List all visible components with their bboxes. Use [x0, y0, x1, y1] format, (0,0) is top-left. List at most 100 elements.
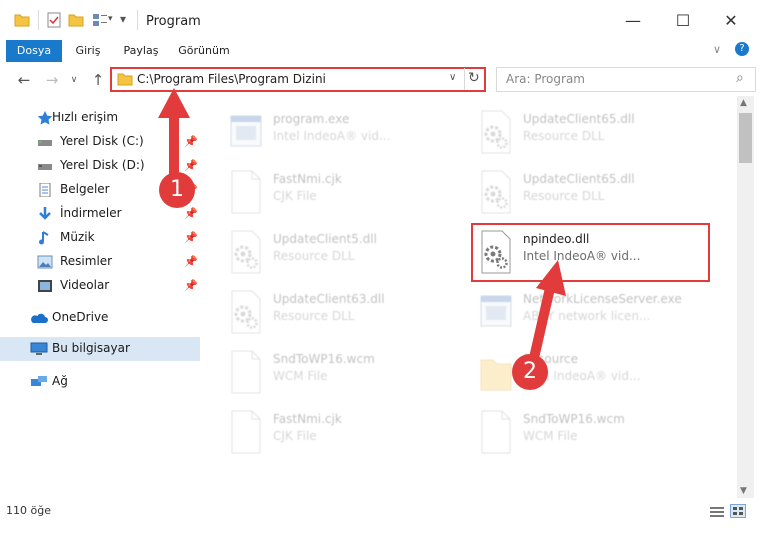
- videos-icon: [37, 279, 53, 293]
- dll-gear-icon: [229, 230, 263, 274]
- recent-locations-button[interactable]: ∨: [64, 70, 84, 90]
- sidebar-item-label: Bu bilgisayar: [52, 341, 130, 355]
- tab-home[interactable]: Giriş: [68, 40, 108, 62]
- file-item[interactable]: SndToWP16.wcm WCM File: [479, 408, 719, 460]
- sidebar-item-label: Yerel Disk (C:): [60, 134, 144, 148]
- properties-icon[interactable]: [46, 12, 62, 28]
- sidebar-item-music[interactable]: Müzik 📌: [0, 226, 200, 250]
- file-item[interactable]: UpdateClient65.dll Resource DLL: [479, 108, 719, 160]
- step-badge-1: 1: [159, 172, 195, 208]
- file-type: Resource DLL: [273, 249, 355, 263]
- scroll-down-icon[interactable]: ▼: [740, 486, 747, 496]
- search-placeholder: Ara: Program: [506, 72, 585, 86]
- quick-access-dropdown-icon[interactable]: ▾: [120, 12, 126, 26]
- details-view-icon[interactable]: [710, 506, 724, 521]
- computer-icon: [30, 342, 48, 356]
- folder-icon[interactable]: [14, 12, 30, 28]
- annotation-arrow-2: [529, 260, 566, 360]
- file-type: Resource DLL: [273, 309, 355, 323]
- window-title: Program: [146, 14, 201, 29]
- ribbon-expand-icon[interactable]: ∨: [713, 43, 721, 56]
- star-icon: [37, 111, 53, 125]
- sidebar-item-network[interactable]: Ağ: [0, 370, 200, 394]
- sidebar-item-this-pc[interactable]: Bu bilgisayar: [0, 337, 200, 361]
- maximize-button[interactable]: ☐: [660, 6, 706, 36]
- file-name: UpdateClient65.dll: [523, 112, 635, 126]
- file-name: program.exe: [273, 112, 350, 126]
- dll-gear-icon: [479, 110, 513, 154]
- file-name: FastNmi.cjk: [273, 172, 342, 186]
- file-icon: [229, 410, 263, 454]
- file-item[interactable]: FastNmi.cjk CJK File: [229, 168, 469, 220]
- drive-icon: [37, 135, 53, 149]
- file-item[interactable]: SndToWP16.wcm WCM File: [229, 348, 469, 400]
- file-type: WCM File: [273, 369, 328, 383]
- pin-icon[interactable]: 📌: [184, 255, 198, 268]
- file-name: SndToWP16.wcm: [523, 412, 625, 426]
- customize-quick-access-icon[interactable]: ▾: [108, 14, 113, 24]
- application-icon: [229, 110, 263, 154]
- file-item[interactable]: FastNmi.cjk CJK File: [229, 408, 469, 460]
- file-name: FastNmi.cjk: [273, 412, 342, 426]
- sidebar-item-label: Yerel Disk (D:): [60, 158, 145, 172]
- file-name: SndToWP16.wcm: [273, 352, 375, 366]
- back-button[interactable]: ←: [14, 70, 34, 90]
- tab-share[interactable]: Paylaş: [118, 40, 164, 62]
- file-icon: [229, 170, 263, 214]
- separator: [464, 68, 465, 90]
- view-icon[interactable]: [92, 12, 108, 28]
- up-button[interactable]: ↑: [88, 70, 108, 90]
- sidebar-item-videos[interactable]: Videolar 📌: [0, 274, 200, 298]
- scroll-thumb[interactable]: [739, 113, 752, 163]
- scroll-up-icon[interactable]: ▲: [740, 98, 747, 108]
- documents-icon: [37, 182, 53, 198]
- item-count: 110 öğe: [6, 504, 51, 517]
- download-icon: [37, 207, 53, 221]
- file-item[interactable]: UpdateClient63.dll Resource DLL: [229, 288, 469, 340]
- separator: [137, 10, 138, 30]
- pin-icon[interactable]: 📌: [184, 279, 198, 292]
- file-name: UpdateClient5.dll: [273, 232, 377, 246]
- sidebar-item-label: Hızlı erişim: [52, 110, 119, 124]
- sidebar-item-label: İndirmeler: [60, 206, 122, 220]
- sidebar-item-label: OneDrive: [52, 310, 109, 324]
- file-type: Intel IndeoA® vid...: [273, 129, 391, 143]
- close-button[interactable]: ✕: [708, 6, 754, 36]
- application-icon: [479, 290, 513, 334]
- network-icon: [30, 375, 47, 389]
- refresh-button[interactable]: ↻: [468, 70, 480, 86]
- highlight-box: [471, 223, 710, 282]
- sidebar-item-label: Belgeler: [60, 182, 110, 196]
- file-item[interactable]: UpdateClient65.dll Resource DLL: [479, 168, 719, 220]
- file-name: UpdateClient65.dll: [523, 172, 635, 186]
- file-icon: [229, 350, 263, 394]
- file-type: Resource DLL: [523, 189, 605, 203]
- minimize-button[interactable]: —: [610, 6, 656, 36]
- tab-file[interactable]: Dosya: [6, 40, 62, 62]
- pin-icon[interactable]: 📌: [184, 207, 198, 220]
- file-item[interactable]: UpdateClient5.dll Resource DLL: [229, 228, 469, 280]
- help-icon[interactable]: ?: [735, 42, 749, 56]
- folder-icon: [479, 350, 513, 394]
- onedrive-icon: [30, 311, 48, 325]
- file-type: CJK File: [273, 189, 317, 203]
- dll-gear-icon: [479, 170, 513, 214]
- sidebar-item-label: Ağ: [52, 374, 68, 388]
- sidebar-item-pictures[interactable]: Resimler 📌: [0, 250, 200, 274]
- sidebar-item-onedrive[interactable]: OneDrive: [0, 306, 200, 330]
- forward-button[interactable]: →: [42, 70, 62, 90]
- tab-view[interactable]: Görünüm: [174, 40, 234, 62]
- status-bar: [0, 498, 769, 538]
- drive-icon: [37, 159, 53, 173]
- file-type: CJK File: [273, 429, 317, 443]
- pictures-icon: [37, 255, 53, 269]
- file-type: Resource DLL: [523, 129, 605, 143]
- file-type: WCM File: [523, 429, 578, 443]
- file-item[interactable]: program.exe Intel IndeoA® vid...: [229, 108, 469, 160]
- music-icon: [37, 231, 53, 245]
- pin-icon[interactable]: 📌: [184, 231, 198, 244]
- sidebar-item-label: Resimler: [60, 254, 113, 268]
- new-folder-icon[interactable]: [68, 12, 84, 28]
- address-dropdown-icon[interactable]: ∨: [449, 72, 456, 83]
- large-icons-view-icon[interactable]: [730, 504, 746, 518]
